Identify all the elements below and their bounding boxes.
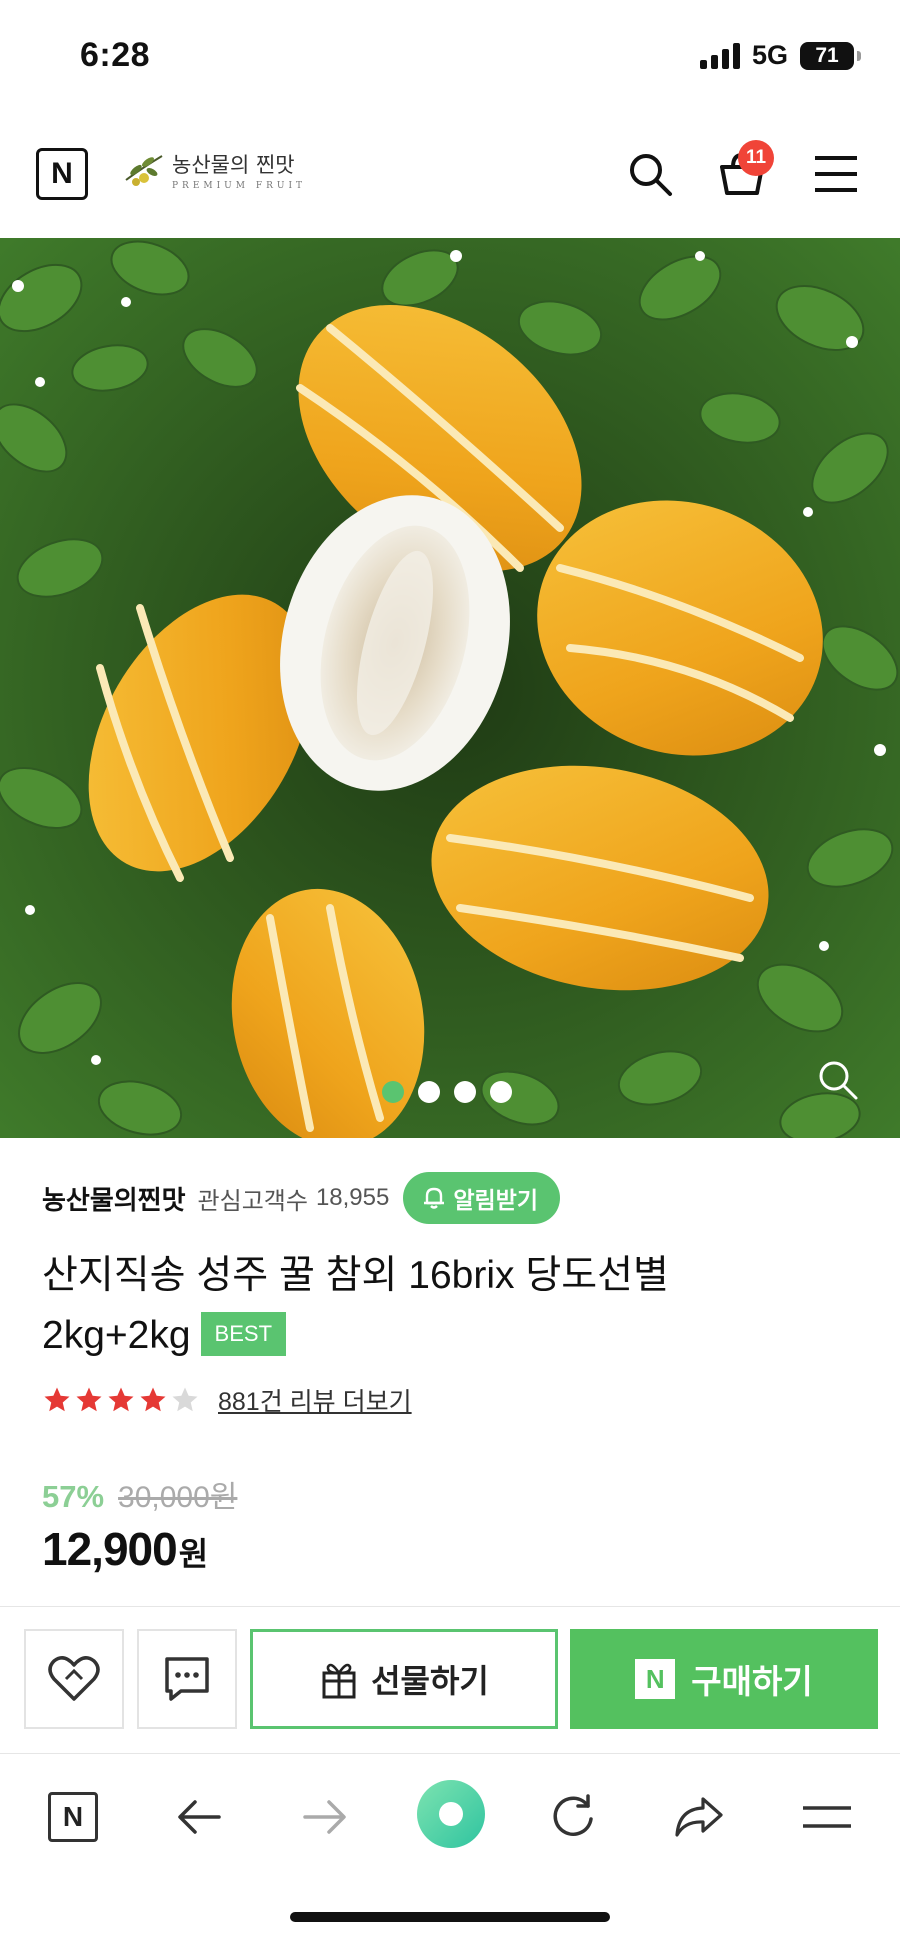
price-block: 57% 30,000원 12,900 원 (42, 1472, 862, 1576)
sale-price-number: 12,900 (42, 1523, 178, 1575)
product-title-line2: 2kg+2kg (42, 1314, 191, 1357)
bell-plus-icon (424, 1187, 445, 1209)
carousel-dot[interactable] (490, 1081, 512, 1103)
wishlist-heart-icon (48, 1656, 100, 1701)
browser-refresh-button[interactable] (538, 1782, 608, 1852)
gift-button[interactable]: 선물하기 (250, 1629, 558, 1729)
chat-icon (165, 1657, 209, 1701)
browser-forward-button[interactable] (290, 1782, 360, 1852)
battery-icon: 71 (800, 41, 861, 70)
reviews-link[interactable]: 881건 리뷰 더보기 (218, 1382, 412, 1418)
menu-icon (815, 156, 857, 192)
product-photo (0, 238, 900, 1138)
star-filled-icon (44, 1387, 70, 1412)
naver-home-icon: N (48, 1792, 98, 1842)
best-badge: BEST (200, 1311, 287, 1356)
brand-name: 농산물의 찐맛 (172, 153, 295, 177)
carousel-pagination (0, 1081, 900, 1103)
seller-row: 농산물의찐맛 관심고객수 18,955 알림받기 (42, 1170, 862, 1226)
battery-level: 71 (815, 43, 839, 67)
browser-back-button[interactable] (164, 1782, 234, 1852)
star-filled-icon (108, 1387, 134, 1412)
green-dot-button[interactable] (415, 1778, 487, 1850)
back-arrow-icon (178, 1800, 221, 1834)
forward-arrow-icon (303, 1800, 346, 1834)
olive-branch-icon (125, 155, 163, 186)
cart-button[interactable]: 11 (714, 140, 774, 202)
carousel-dot[interactable] (418, 1081, 440, 1103)
product-image-carousel[interactable] (0, 238, 900, 1138)
share-icon (675, 1797, 723, 1837)
gift-button-label: 선물하기 (371, 1663, 489, 1699)
purchase-action-bar: 선물하기 N 구매하기 (0, 1606, 900, 1754)
subscribe-alert-button[interactable]: 알림받기 (403, 1172, 560, 1224)
original-price: 30,000원 (118, 1481, 238, 1514)
browser-home-button[interactable]: N (38, 1782, 108, 1852)
cellular-signal-icon (699, 42, 740, 69)
talk-chat-button[interactable] (137, 1629, 237, 1729)
brand-subtitle: PREMIUM FRUIT (172, 181, 306, 191)
sale-price-unit: 원 (178, 1536, 209, 1572)
followers-label: 관심고객수 (197, 1187, 308, 1215)
product-title: 산지직송 성주 꿀 참외 16brix 당도선별 2kg+2kg BEST (42, 1246, 862, 1366)
naver-pay-icon: N (635, 1659, 676, 1699)
browser-toolbar: N (0, 1756, 900, 1876)
store-header: N 농산물의 찐맛 PREMIUM FRUIT 11 (0, 130, 900, 230)
wishlist-button[interactable] (24, 1629, 124, 1729)
discount-rate: 57% (42, 1479, 105, 1514)
refresh-icon (553, 1794, 593, 1836)
search-icon (630, 154, 672, 196)
home-circle-icon (417, 1780, 485, 1848)
network-type: 5G (751, 40, 788, 70)
menu-button[interactable] (808, 146, 864, 202)
star-rating (42, 1385, 200, 1415)
cart-count-badge: 11 (738, 140, 774, 176)
status-bar: 6:28 5G 71 (0, 0, 900, 110)
status-indicators: 5G 71 (699, 40, 861, 71)
naver-logo-button[interactable]: N (36, 148, 88, 200)
star-empty-icon (172, 1387, 198, 1412)
status-time: 6:28 (80, 36, 151, 74)
product-info: 농산물의찐맛 관심고객수 18,955 알림받기 산지직송 성주 꿀 참외 16… (42, 1170, 862, 1576)
sale-price: 12,900 원 (42, 1522, 862, 1576)
carousel-dot[interactable] (454, 1081, 476, 1103)
home-indicator[interactable] (290, 1912, 610, 1922)
seller-name-link[interactable]: 농산물의찐맛 (42, 1180, 186, 1217)
zoom-icon[interactable] (816, 1058, 860, 1102)
followers-count: 18,955 (315, 1184, 390, 1211)
store-brand-logo[interactable]: 농산물의 찐맛 PREMIUM FRUIT (122, 148, 306, 192)
star-filled-icon (140, 1387, 166, 1412)
search-button[interactable] (622, 146, 678, 202)
gift-icon (322, 1663, 356, 1699)
product-title-line1: 산지직송 성주 꿀 참외 16brix 당도선별 (42, 1254, 669, 1297)
carousel-dot[interactable] (382, 1081, 404, 1103)
rating-row: 881건 리뷰 더보기 (42, 1380, 862, 1420)
subscribe-alert-label: 알림받기 (453, 1187, 538, 1213)
browser-share-button[interactable] (664, 1782, 734, 1852)
buy-button[interactable]: N 구매하기 (570, 1629, 878, 1729)
browser-menu-button[interactable] (792, 1782, 862, 1852)
star-filled-icon (76, 1387, 102, 1412)
menu-icon (803, 1806, 851, 1828)
buy-button-label: 구매하기 (691, 1663, 813, 1700)
